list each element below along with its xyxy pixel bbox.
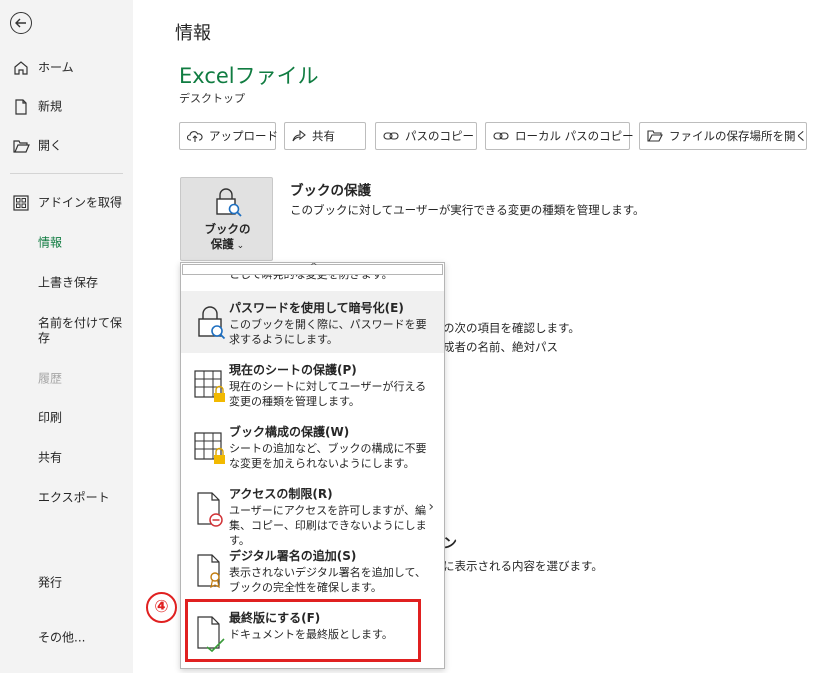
menu-item-desc: シートの追加など、ブックの構成に不要な変更を加えられないようにします。 [229,442,427,470]
nav-get-addins-label: アドインを取得 [38,195,123,210]
step-badge: ④ [146,592,177,623]
nav-export[interactable]: エクスポート [0,480,133,516]
upload-label: アップロード [209,129,278,143]
share-label: 共有 [312,129,335,143]
nav-info-label: 情報 [38,235,63,250]
file-title: Excelファイル [179,64,319,88]
menu-item-title: ブック構成の保護(W) [229,425,350,439]
protect-workbook-button[interactable]: ブックの 保護 ⌄ [180,177,273,261]
nav-publish[interactable]: 発行 [0,565,133,601]
nav-more-label: その他... [38,630,86,645]
nav-new-label: 新規 [38,99,63,114]
menu-item-title: 現在のシートの保護(P) [229,363,357,377]
nav-save[interactable]: 上書き保存 [0,265,133,301]
copy-path-button[interactable]: パスのコピー [375,122,477,150]
addins-grid-icon [13,195,29,211]
nav-history: 履歴 [0,361,133,397]
nav-save-as-label: 名前を付けて保存 [38,316,123,345]
menu-item-desc: 現在のシートに対してユーザーが行える変更の種類を管理します。 [229,380,427,408]
back-arrow-icon [15,18,26,28]
menu-item-protect-structure[interactable]: ブック構成の保護(W) シートの追加など、ブックの構成に不要な変更を加えられない… [181,415,444,477]
nav-share[interactable]: 共有 [0,440,133,476]
protect-workbook-label: ブックの 保護 ⌄ [181,222,274,254]
home-icon [14,61,28,75]
menu-scroll-up-button[interactable]: ^ [182,262,443,275]
share-button[interactable]: 共有 [284,122,366,150]
nav-save-as[interactable]: 名前を付けて保存 [0,309,133,353]
chevron-down-icon: ⌄ [233,241,245,251]
nav-home-label: ホーム [38,60,74,75]
copy-local-path-label: ローカル パスのコピー [515,129,634,143]
link-icon [493,132,509,140]
lock-key-icon [198,306,226,340]
nav-home[interactable]: ホーム [0,50,133,86]
folder-open-icon [647,130,663,142]
menu-item-digital-signature[interactable]: デジタル署名の追加(S) 表示されないデジタル署名を追加して、ブックの完全性を確… [181,539,444,601]
browser-view-desc: に表示される内容を選びます。 [443,559,603,573]
nav-share-label: 共有 [38,450,63,465]
backstage-sidebar: ホーム 新規 開く アドインを取得 情報 上書き保存 名前を付けて保存 履歴 印… [0,0,133,673]
protect-section-title: ブックの保護 [290,183,371,199]
menu-item-protect-sheet[interactable]: 現在のシートの保護(P) 現在のシートに対してユーザーが行える変更の種類を管理し… [181,353,444,415]
menu-item-desc: このブックを開く際に、パスワードを要求するようにします。 [229,318,427,346]
new-file-icon [15,99,27,115]
nav-print[interactable]: 印刷 [0,400,133,436]
copy-local-path-button[interactable]: ローカル パスのコピー [485,122,634,150]
nav-export-label: エクスポート [38,490,110,505]
protect-label-line1: ブックの [204,222,251,236]
share-icon [292,129,306,142]
open-file-location-button[interactable]: ファイルの保存場所を開く [639,122,807,150]
nav-new[interactable]: 新規 [0,89,133,125]
nav-save-label: 上書き保存 [38,275,99,290]
sheet-lock-icon [194,370,225,402]
folder-open-icon [13,140,30,153]
open-file-location-label: ファイルの保存場所を開く [669,129,807,143]
menu-item-title: パスワードを使用して暗号化(E) [229,301,404,315]
submenu-chevron-right-icon[interactable]: › [428,499,434,515]
highlight-box [185,599,421,662]
copy-path-label: パスのコピー [405,129,474,143]
sidebar-divider [10,173,123,174]
inspect-text-line1: の次の項目を確認します。 [443,321,580,335]
lock-search-icon [216,188,242,217]
nav-print-label: 印刷 [38,410,63,425]
protect-label-line2: 保護 [210,237,234,251]
menu-item-title: デジタル署名の追加(S) [229,549,357,563]
menu-item-title: アクセスの制限(R) [229,487,333,501]
nav-history-label: 履歴 [38,371,63,386]
cloud-upload-icon [187,131,203,142]
upload-button[interactable]: アップロード [179,122,278,150]
nav-open-label: 開く [38,138,63,153]
back-button[interactable] [10,12,32,34]
browser-view-title: ン [443,536,457,552]
nav-open[interactable]: 開く [0,128,133,164]
caret-up-icon: ^ [310,262,318,272]
inspect-text-line2: 成者の名前、絶対パス [443,340,558,354]
workbook-lock-icon [194,432,225,464]
document-restrict-icon [197,492,223,527]
menu-item-restrict-access[interactable]: アクセスの制限(R) ユーザーにアクセスを許可しますが、編集、コピー、印刷はでき… [181,477,444,547]
link-icon [383,132,399,140]
nav-more[interactable]: その他... [0,620,133,656]
protect-section-description: このブックに対してユーザーが実行できる変更の種類を管理します。 [290,203,645,217]
page-title: 情報 [175,23,211,44]
menu-item-desc: 表示されないデジタル署名を追加して、ブックの完全性を確保します。 [229,566,426,594]
file-location: デスクトップ [179,92,245,105]
nav-get-addins[interactable]: アドインを取得 [0,185,133,221]
menu-item-encrypt-password[interactable]: パスワードを使用して暗号化(E) このブックを開く際に、パスワードを要求するよう… [181,291,444,353]
document-ribbon-icon [197,554,220,589]
nav-info[interactable]: 情報 [0,225,133,261]
nav-publish-label: 発行 [38,575,63,590]
